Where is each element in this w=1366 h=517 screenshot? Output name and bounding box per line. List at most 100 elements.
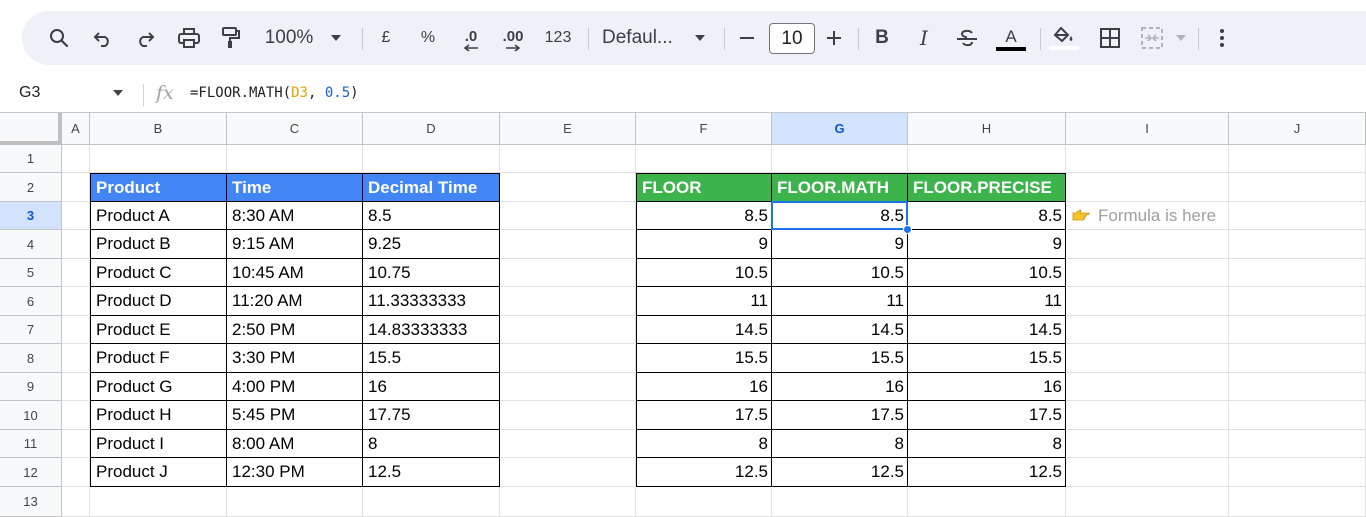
table-header-cell[interactable]: FLOOR.MATH: [772, 173, 908, 202]
table-cell[interactable]: 11.33333333: [363, 287, 500, 316]
table-cell[interactable]: 9:15 AM: [227, 230, 363, 259]
table-cell[interactable]: 14.83333333: [363, 316, 500, 344]
table-cell[interactable]: Product D: [90, 287, 227, 316]
table-cell[interactable]: Product E: [90, 316, 227, 344]
table-cell[interactable]: 17.5: [636, 401, 772, 430]
name-box-dropdown-icon[interactable]: [113, 90, 123, 96]
column-header-i[interactable]: I: [1066, 113, 1229, 145]
table-header-cell[interactable]: FLOOR: [636, 173, 772, 202]
search-icon[interactable]: [44, 11, 74, 65]
table-cell[interactable]: 8: [908, 430, 1066, 458]
table-cell[interactable]: 12:30 PM: [227, 458, 363, 487]
decrease-decimal-button[interactable]: .0: [456, 11, 486, 65]
table-cell[interactable]: 10.5: [772, 259, 908, 287]
table-cell[interactable]: 12.5: [908, 458, 1066, 487]
percent-format-button[interactable]: %: [416, 11, 440, 65]
table-cell[interactable]: 15.5: [908, 344, 1066, 373]
table-cell[interactable]: 10.75: [363, 259, 500, 287]
zoom-select[interactable]: 100%: [262, 11, 316, 65]
table-cell[interactable]: 16: [363, 373, 500, 401]
table-cell[interactable]: Product I: [90, 430, 227, 458]
table-cell[interactable]: 15.5: [363, 344, 500, 373]
table-cell[interactable]: 11: [636, 287, 772, 316]
table-cell[interactable]: 11: [772, 287, 908, 316]
formula-input[interactable]: =FLOOR.MATH(D3, 0.5): [190, 85, 359, 101]
borders-icon[interactable]: [1096, 11, 1124, 65]
row-header-7[interactable]: 7: [0, 316, 62, 344]
font-select[interactable]: Defaul...: [602, 11, 682, 65]
table-cell[interactable]: 8:30 AM: [227, 202, 363, 230]
table-cell[interactable]: 8.5: [908, 202, 1066, 230]
table-cell[interactable]: 14.5: [908, 316, 1066, 344]
table-cell[interactable]: 11: [908, 287, 1066, 316]
fill-color-icon[interactable]: [1048, 11, 1080, 65]
table-cell[interactable]: 17.5: [772, 401, 908, 430]
table-cell[interactable]: 12.5: [363, 458, 500, 487]
merge-dropdown-icon[interactable]: [1174, 11, 1188, 65]
table-cell[interactable]: 4:00 PM: [227, 373, 363, 401]
table-cell[interactable]: 3:30 PM: [227, 344, 363, 373]
table-header-cell[interactable]: Decimal Time: [363, 173, 500, 202]
column-header-a[interactable]: A: [62, 113, 90, 145]
decrease-font-size-button[interactable]: [735, 11, 759, 65]
table-cell[interactable]: 15.5: [636, 344, 772, 373]
table-cell[interactable]: Product B: [90, 230, 227, 259]
table-cell[interactable]: 9: [636, 230, 772, 259]
table-cell[interactable]: 12.5: [636, 458, 772, 487]
column-header-f[interactable]: F: [636, 113, 772, 145]
row-header-12[interactable]: 12: [0, 458, 62, 487]
table-cell[interactable]: Product A: [90, 202, 227, 230]
table-cell[interactable]: 17.75: [363, 401, 500, 430]
table-cell[interactable]: 9: [772, 230, 908, 259]
table-cell[interactable]: 16: [636, 373, 772, 401]
text-color-button[interactable]: A: [994, 11, 1028, 65]
row-header-13[interactable]: 13: [0, 487, 62, 517]
redo-icon[interactable]: [130, 11, 160, 65]
row-header-4[interactable]: 4: [0, 230, 62, 259]
table-cell[interactable]: 14.5: [772, 316, 908, 344]
row-header-6[interactable]: 6: [0, 287, 62, 316]
name-box[interactable]: G3: [19, 84, 40, 102]
italic-button[interactable]: I: [912, 11, 936, 65]
table-cell[interactable]: 16: [772, 373, 908, 401]
paint-format-icon[interactable]: [216, 11, 246, 65]
merge-cells-icon[interactable]: [1138, 11, 1166, 65]
select-all-corner[interactable]: [0, 113, 62, 145]
column-header-b[interactable]: B: [90, 113, 227, 145]
table-cell[interactable]: 8: [363, 430, 500, 458]
row-header-1[interactable]: 1: [0, 145, 62, 173]
increase-font-size-button[interactable]: [822, 11, 846, 65]
row-header-8[interactable]: 8: [0, 344, 62, 373]
table-cell[interactable]: 10.5: [636, 259, 772, 287]
row-header-9[interactable]: 9: [0, 373, 62, 401]
row-header-5[interactable]: 5: [0, 259, 62, 287]
table-cell[interactable]: Product G: [90, 373, 227, 401]
column-header-c[interactable]: C: [227, 113, 363, 145]
table-cell[interactable]: 9: [908, 230, 1066, 259]
table-cell[interactable]: 16: [908, 373, 1066, 401]
table-cell[interactable]: 12.5: [772, 458, 908, 487]
fill-handle[interactable]: [903, 225, 912, 234]
increase-decimal-button[interactable]: .00: [496, 11, 530, 65]
table-cell[interactable]: 8.5: [636, 202, 772, 230]
column-header-d[interactable]: D: [363, 113, 500, 145]
table-cell[interactable]: 17.5: [908, 401, 1066, 430]
table-cell[interactable]: 11:20 AM: [227, 287, 363, 316]
table-cell[interactable]: 8:00 AM: [227, 430, 363, 458]
row-header-2[interactable]: 2: [0, 173, 62, 202]
row-header-3[interactable]: 3: [0, 202, 62, 230]
row-header-10[interactable]: 10: [0, 401, 62, 430]
table-cell[interactable]: 5:45 PM: [227, 401, 363, 430]
font-size-input[interactable]: 10: [769, 23, 815, 54]
table-cell[interactable]: Product C: [90, 259, 227, 287]
table-cell[interactable]: Product F: [90, 344, 227, 373]
table-header-cell[interactable]: Time: [227, 173, 363, 202]
table-cell[interactable]: 10:45 AM: [227, 259, 363, 287]
print-icon[interactable]: [174, 11, 204, 65]
table-cell[interactable]: 10.5: [908, 259, 1066, 287]
more-options-icon[interactable]: [1210, 11, 1234, 65]
table-cell[interactable]: Product H: [90, 401, 227, 430]
table-cell[interactable]: 8.5: [363, 202, 500, 230]
table-cell[interactable]: Product J: [90, 458, 227, 487]
font-dropdown-icon[interactable]: [692, 11, 708, 65]
